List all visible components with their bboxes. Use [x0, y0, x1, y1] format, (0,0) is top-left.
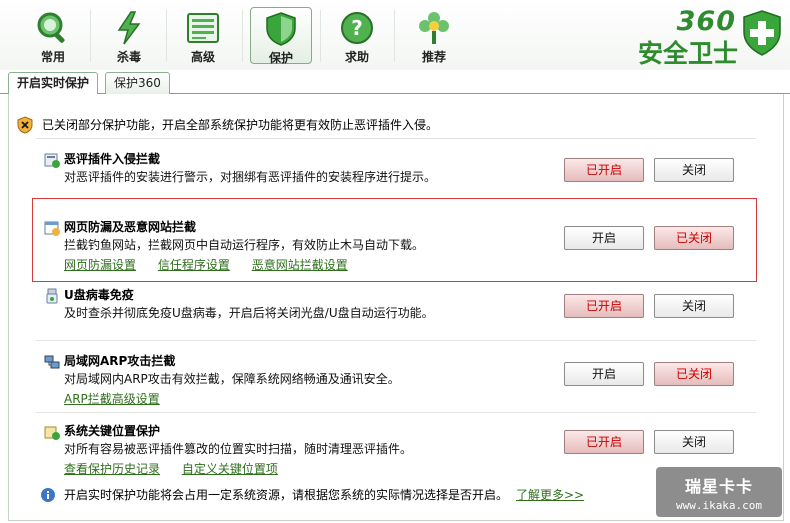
section-divider	[36, 412, 756, 413]
toolbar-divider	[90, 10, 91, 62]
link-custom-key-locations[interactable]: 自定义关键位置项	[182, 462, 278, 476]
notice-text: 已关闭部分保护功能，开启全部系统保护功能将更有效防止恶评插件入侵。	[42, 118, 439, 132]
info-icon	[41, 488, 55, 502]
toolbar-item-advanced[interactable]: 高级	[172, 7, 234, 64]
section-description: 对恶评插件的安装进行警示，对捆绑有恶评插件的安装程序进行提示。	[64, 170, 437, 184]
learn-more-link[interactable]: 了解更多>>	[516, 486, 584, 504]
section-title: 系统关键位置保护	[64, 424, 161, 438]
disable-button[interactable]: 关闭	[654, 294, 734, 318]
section-links: 查看保护历史记录 自定义关键位置项	[64, 460, 296, 477]
section-system-key-protection: 系统关键位置保护 对所有容易被恶评插件篡改的位置实时扫描，随时清理恶评插件。 查…	[36, 418, 756, 480]
shield-icon	[266, 12, 296, 46]
toolbar-item-label: 推荐	[421, 50, 446, 64]
link-web-leak-settings[interactable]: 网页防漏设置	[64, 258, 136, 272]
usb-drive-icon	[46, 288, 58, 304]
section-divider	[36, 340, 756, 341]
key-location-icon	[44, 426, 60, 440]
section-links: 网页防漏设置 信任程序设置 恶意网站拦截设置	[64, 256, 366, 273]
link-malicious-site-settings[interactable]: 恶意网站拦截设置	[252, 258, 348, 272]
section-divider	[36, 138, 756, 139]
footer-text: 开启实时保护功能将会占用一定系统资源，请根据您系统的实际情况选择是否开启。	[64, 488, 509, 502]
tab-realtime-protection[interactable]: 开启实时保护	[8, 72, 99, 96]
enable-button[interactable]: 开启	[564, 226, 644, 250]
toolbar-item-antivirus[interactable]: 杀毒	[98, 7, 160, 64]
toolbar-divider	[394, 10, 395, 62]
toolbar-item-help[interactable]: ? 求助	[326, 7, 388, 64]
toolbar-item-protect[interactable]: 保护	[250, 7, 312, 65]
top-toolbar: 常用 杀毒 高级 保护 ? 求助 推荐 360 安全卫士	[0, 0, 790, 70]
enabled-button[interactable]: 已开启	[564, 294, 644, 318]
section-description: 对局域网内ARP攻击有效拦截，保障系统网络畅通及通讯安全。	[64, 372, 400, 386]
section-description: 及时查杀并彻底免疫U盘病毒，开启后将关闭光盘/U盘自动运行功能。	[64, 306, 434, 320]
section-title: 局域网ARP攻击拦截	[64, 354, 176, 368]
toolbar-item-label: 高级	[190, 50, 215, 64]
toolbar-item-recommend[interactable]: 推荐	[403, 7, 465, 64]
toolbar-item-label: 保护	[268, 51, 293, 65]
tab-bar: 开启实时保护 保护360	[0, 70, 790, 96]
watermark: 瑞星卡卡 www.ikaka.com	[656, 467, 782, 517]
toolbar-divider	[166, 10, 167, 62]
logo-shield-icon	[743, 10, 781, 56]
logo-number: 360	[676, 6, 736, 37]
toolbar-item-label: 常用	[40, 50, 65, 64]
section-description: 拦截钓鱼网站，拦截网页中自动运行程序，有效防止木马自动下载。	[64, 238, 425, 252]
toolbar-item-label: 杀毒	[116, 50, 141, 64]
watermark-url: www.ikaka.com	[675, 499, 763, 512]
svg-text:?: ?	[351, 16, 363, 40]
enable-button[interactable]: 开启	[564, 362, 644, 386]
network-icon	[44, 355, 60, 369]
logo-text: 安全卫士	[637, 39, 738, 68]
toolbar-item-label: 求助	[344, 50, 369, 64]
link-trusted-program-settings[interactable]: 信任程序设置	[158, 258, 230, 272]
app-logo: 360 安全卫士	[632, 6, 782, 68]
section-title: 网页防漏及恶意网站拦截	[64, 220, 197, 234]
section-arp-block: 局域网ARP攻击拦截 对局域网内ARP攻击有效拦截，保障系统网络畅通及通讯安全。…	[36, 348, 756, 410]
section-usb-immunity: U盘病毒免疫 及时查杀并彻底免疫U盘病毒，开启后将关闭光盘/U盘自动运行功能。 …	[36, 282, 756, 334]
disable-button[interactable]: 关闭	[654, 158, 734, 182]
watermark-title: 瑞星卡卡	[684, 477, 753, 496]
flower-icon	[419, 12, 449, 44]
tab-protect-360[interactable]: 保护360	[105, 72, 170, 95]
section-web-protection: 网页防漏及恶意网站拦截 拦截钓鱼网站，拦截网页中自动运行程序，有效防止木马自动下…	[36, 214, 756, 278]
section-malware-plugin-block: 恶评插件入侵拦截 对恶评插件的安装进行警示，对捆绑有恶评插件的安装程序进行提示。…	[36, 146, 756, 194]
section-links: ARP拦截高级设置	[64, 390, 178, 407]
warning-shield-icon	[17, 116, 33, 134]
tab-label: 开启实时保护	[17, 76, 90, 90]
disabled-button[interactable]: 已关闭	[654, 362, 734, 386]
lightning-icon	[117, 11, 141, 45]
enabled-button[interactable]: 已开启	[564, 158, 644, 182]
toolbar-divider	[242, 10, 243, 62]
enabled-button[interactable]: 已开启	[564, 430, 644, 454]
panel-icon	[187, 13, 219, 43]
section-title: U盘病毒免疫	[64, 288, 134, 302]
link-protection-history[interactable]: 查看保护历史记录	[64, 462, 160, 476]
question-icon: ?	[341, 12, 373, 44]
plugin-block-icon	[44, 153, 60, 168]
toolbar-divider	[320, 10, 321, 62]
magnifier-icon	[37, 12, 65, 43]
section-description: 对所有容易被恶评插件篡改的位置实时扫描，随时清理恶评插件。	[64, 442, 413, 456]
disabled-button[interactable]: 已关闭	[654, 226, 734, 250]
link-arp-advanced-settings[interactable]: ARP拦截高级设置	[64, 392, 160, 406]
tab-label: 保护360	[114, 76, 161, 90]
toolbar-item-common[interactable]: 常用	[22, 7, 84, 64]
disable-button[interactable]: 关闭	[654, 430, 734, 454]
section-title: 恶评插件入侵拦截	[64, 152, 161, 166]
web-page-icon	[44, 221, 60, 236]
